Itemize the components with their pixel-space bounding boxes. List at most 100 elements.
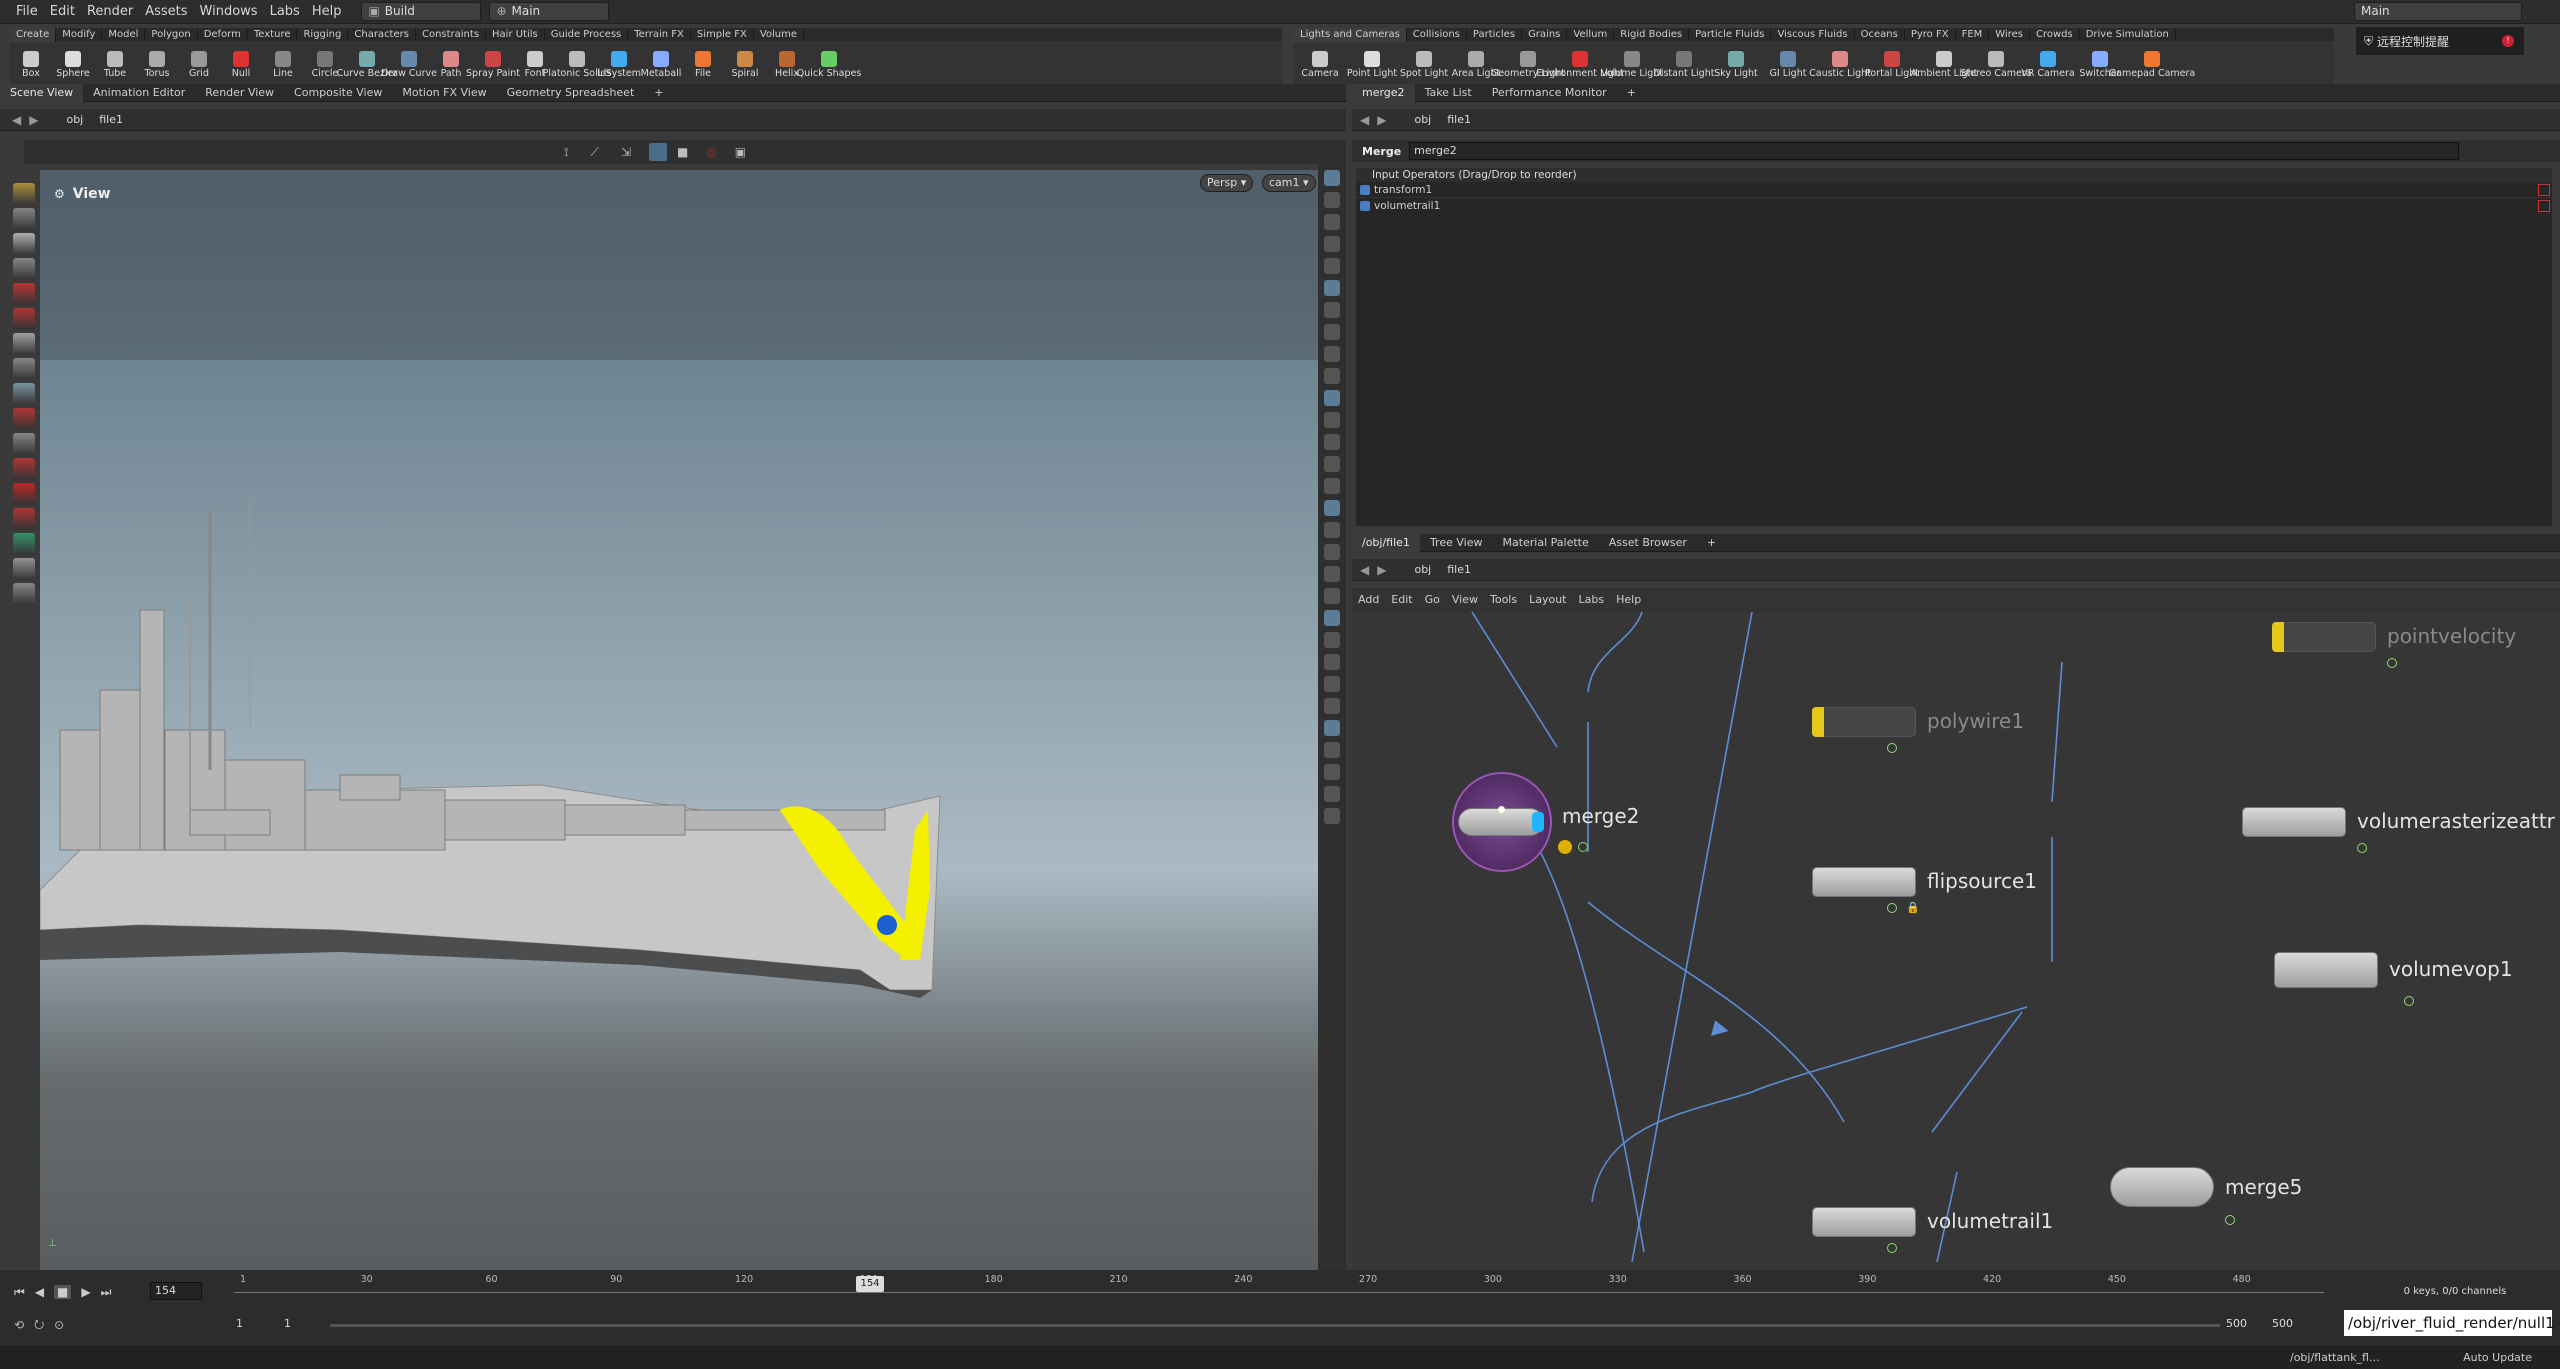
display-flag-icon[interactable] xyxy=(2357,843,2367,853)
viewport-tool-icon[interactable] xyxy=(13,558,35,580)
display-option-icon[interactable] xyxy=(1324,588,1340,604)
shelf-tab[interactable]: Oceans xyxy=(1855,28,1905,42)
start-frame-field[interactable]: 1 xyxy=(232,1316,278,1334)
viewport-tool-icon[interactable] xyxy=(13,483,35,505)
viewport-tool-icon[interactable] xyxy=(13,458,35,480)
auto-update-button[interactable]: Auto Update xyxy=(2463,1351,2532,1364)
shelf-tab[interactable]: Model xyxy=(102,28,146,42)
display-option-icon[interactable] xyxy=(1324,346,1340,362)
display-flag-icon[interactable] xyxy=(1578,842,1588,852)
display-option-icon[interactable] xyxy=(1324,786,1340,802)
display-option-icon[interactable] xyxy=(1324,302,1340,318)
add-tab-icon[interactable]: + xyxy=(644,84,673,102)
display-option-icon[interactable] xyxy=(1324,676,1340,692)
pane-tab[interactable]: Tree View xyxy=(1420,534,1493,552)
loop-icon[interactable]: ⭮ xyxy=(34,1315,44,1336)
pane-tab[interactable]: Composite View xyxy=(284,84,392,102)
shelf-tool[interactable]: Line xyxy=(262,49,304,79)
display-option-icon[interactable] xyxy=(1324,192,1340,208)
display-option-icon[interactable] xyxy=(1324,170,1340,186)
display-option-icon[interactable] xyxy=(1324,258,1340,274)
shelf-tool[interactable]: VR Camera xyxy=(2021,49,2075,79)
param-path-obj[interactable]: obj xyxy=(1406,110,1439,130)
display-flag-icon[interactable] xyxy=(2404,996,2414,1006)
viewport-tool-icon[interactable] xyxy=(13,233,35,255)
shelf-tool[interactable]: Caustic Light xyxy=(1809,49,1871,79)
shelf-tool[interactable]: Sky Light xyxy=(1710,49,1762,79)
shelf-tab[interactable]: Crowds xyxy=(2030,28,2080,42)
handle-icon[interactable]: ⟋ xyxy=(590,145,598,160)
pane-tab[interactable]: Motion FX View xyxy=(392,84,496,102)
display-option-icon[interactable] xyxy=(1324,478,1340,494)
shelf-tab[interactable]: FEM xyxy=(1956,28,1990,42)
end-frame-field[interactable]: 500 xyxy=(2268,1316,2314,1334)
shelf-tab[interactable]: Texture xyxy=(248,28,298,42)
timeline-track[interactable] xyxy=(234,1292,2324,1293)
display-option-icon[interactable] xyxy=(1324,654,1340,670)
viewport-tool-icon[interactable] xyxy=(13,208,35,230)
last-frame-icon[interactable]: ⏭ xyxy=(101,1285,112,1300)
viewport-tool-icon[interactable] xyxy=(13,433,35,455)
shelf-tab[interactable]: Guide Process xyxy=(545,28,629,42)
remove-icon[interactable] xyxy=(2538,183,2550,196)
realtime-icon[interactable]: ⟲ xyxy=(14,1318,24,1332)
net-forward-icon[interactable]: ▶ xyxy=(1377,563,1386,577)
net-menu-layout[interactable]: Layout xyxy=(1523,591,1572,609)
shelf-tab[interactable]: Terrain FX xyxy=(628,28,691,42)
net-menu-view[interactable]: View xyxy=(1446,591,1484,609)
display-option-icon[interactable] xyxy=(1324,522,1340,538)
shelf-tab[interactable]: Polygon xyxy=(145,28,198,42)
path-file1[interactable]: file1 xyxy=(91,110,131,130)
shelf-tool[interactable]: GI Light xyxy=(1762,49,1814,79)
camera-icon[interactable]: ▣ xyxy=(735,145,746,159)
shelf-tool[interactable]: Environment Light xyxy=(1536,49,1624,79)
pane-tab[interactable]: Geometry Spreadsheet xyxy=(497,84,645,102)
range-start-field[interactable]: 1 xyxy=(280,1316,326,1334)
range-slider[interactable] xyxy=(330,1324,2220,1327)
pane-tab[interactable]: Render View xyxy=(195,84,284,102)
shelf-tool[interactable]: File xyxy=(682,49,724,79)
shelf-tab[interactable]: Rigging xyxy=(297,28,349,42)
shelf-tool[interactable]: Spiral xyxy=(724,49,766,79)
shelf-tool[interactable]: Null xyxy=(220,49,262,79)
shelf-tool[interactable]: Quick Shapes xyxy=(797,49,861,79)
menu-edit[interactable]: Edit xyxy=(44,0,81,24)
shelf-tab[interactable]: Simple FX xyxy=(691,28,754,42)
pane-tab[interactable]: Performance Monitor xyxy=(1482,84,1617,102)
pane-tab[interactable]: Material Palette xyxy=(1492,534,1598,552)
shelf-tool[interactable]: Torus xyxy=(136,49,178,79)
menu-labs[interactable]: Labs xyxy=(264,0,306,24)
list-item[interactable]: volumetrail1 xyxy=(1356,198,2552,214)
display-option-icon[interactable] xyxy=(1324,412,1340,428)
viewport-tool-icon[interactable] xyxy=(13,183,35,205)
net-back-icon[interactable]: ◀ xyxy=(1360,563,1369,577)
network-editor[interactable]: merge2 polywire1 flipsource1 🔒 pointvelo… xyxy=(1352,612,2560,1270)
display-option-icon[interactable] xyxy=(1324,236,1340,252)
display-option-icon[interactable] xyxy=(1324,808,1340,824)
shelf-tool[interactable]: Sphere xyxy=(52,49,94,79)
pane-tab[interactable]: /obj/file1 xyxy=(1352,533,1420,552)
menu-file[interactable]: File xyxy=(10,0,44,24)
shelf-tool[interactable]: Draw Curve xyxy=(381,49,437,79)
first-frame-icon[interactable]: ⏮ xyxy=(14,1285,25,1300)
shelf-tool[interactable]: Tube xyxy=(94,49,136,79)
display-option-icon[interactable] xyxy=(1324,214,1340,230)
context-selector[interactable]: ⊕ Main xyxy=(489,2,610,21)
shelf-tab[interactable]: Drive Simulation xyxy=(2080,28,2176,42)
shelf-tool[interactable]: Point Light xyxy=(1346,49,1398,79)
shelf-tool[interactable]: Distant Light xyxy=(1654,49,1714,79)
net-path-obj[interactable]: obj xyxy=(1406,560,1439,580)
shelf-tab[interactable]: Particle Fluids xyxy=(1689,28,1772,42)
shelf-tool[interactable]: Volume Light xyxy=(1601,49,1663,79)
shelf-tool[interactable]: Platonic Solids xyxy=(543,49,611,79)
pane-tab[interactable]: Scene View xyxy=(0,83,84,102)
display-flag-icon[interactable] xyxy=(2225,1215,2235,1225)
shelf-tool[interactable]: Camera xyxy=(1294,49,1346,79)
net-path-file1[interactable]: file1 xyxy=(1439,560,1479,580)
ghost-icon[interactable]: ■ xyxy=(677,145,688,159)
pane-tab[interactable]: Take List xyxy=(1415,84,1482,102)
viewport[interactable]: ⚙ View Persp ▾ cam1 ▾ ⊥ xyxy=(40,170,1318,1270)
audio-icon[interactable]: ⊙ xyxy=(54,1318,64,1332)
shelf-tool[interactable]: Spray Paint xyxy=(466,49,520,79)
display-option-icon[interactable] xyxy=(1324,720,1340,736)
